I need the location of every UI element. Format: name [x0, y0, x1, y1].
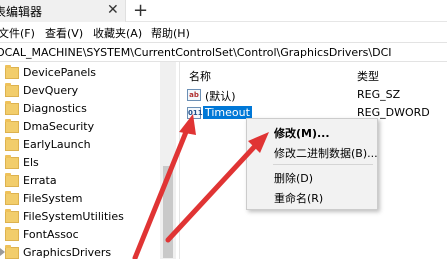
menu-item-modify-binary[interactable]: 修改二进制数据(B)...	[274, 145, 378, 161]
tree-item-label: GraphicsDrivers	[23, 246, 112, 259]
folder-icon	[5, 83, 19, 97]
tree-item[interactable]: FileSystem	[0, 190, 175, 208]
menu-favorites[interactable]: 收藏夹(A)	[93, 25, 142, 41]
menu-bar: 文件(F) 查看(V) 收藏夹(A) 帮助(H)	[0, 22, 447, 42]
scrollbar-thumb[interactable]	[163, 166, 173, 258]
tree-item[interactable]: DevQuery	[0, 82, 175, 100]
folder-icon	[5, 119, 19, 133]
tree-item[interactable]: Els	[0, 154, 175, 172]
tree-item-label: DevQuery	[23, 84, 79, 97]
folder-icon	[5, 227, 19, 241]
value-row[interactable]: ab (默认) REG_SZ	[181, 87, 447, 104]
tree-pane: DevicePanels DevQuery Diagnostics DmaSec…	[0, 62, 180, 259]
menu-separator	[273, 164, 373, 165]
folder-icon	[5, 137, 19, 151]
tree-item[interactable]: FontAssoc	[0, 226, 175, 244]
tree-item-label: Errata	[23, 174, 57, 187]
tree-item-label: EarlyLaunch	[23, 138, 91, 151]
folder-icon	[5, 173, 19, 187]
column-header-name[interactable]: 名称	[189, 68, 211, 84]
folder-icon	[5, 191, 19, 205]
close-icon[interactable]: ✕	[107, 2, 119, 18]
menu-item-rename[interactable]: 重命名(R)	[274, 190, 323, 206]
tree-item[interactable]: Errata	[0, 172, 175, 190]
tree-item[interactable]: DmaSecurity	[0, 118, 175, 136]
tree-item-label: Els	[23, 156, 39, 169]
binary-value-icon: 011	[187, 107, 203, 119]
tree-item-label: FileSystem	[23, 192, 83, 205]
folder-icon	[5, 155, 19, 169]
tree-item-label: FileSystemUtilities	[23, 210, 124, 223]
address-bar[interactable]: OCAL_MACHINE\SYSTEM\CurrentControlSet\Co…	[0, 42, 447, 62]
tree-item[interactable]: DevicePanels	[0, 64, 175, 82]
menu-item-delete[interactable]: 删除(D)	[274, 170, 313, 186]
value-name: (默认)	[205, 90, 236, 103]
context-menu: 修改(M)... 修改二进制数据(B)... 删除(D) 重命名(R)	[246, 118, 378, 210]
folder-icon	[5, 245, 19, 259]
tree-item-label: DmaSecurity	[23, 120, 95, 133]
menu-file[interactable]: 文件(F)	[0, 25, 35, 41]
window-tab-title: 表编辑器	[0, 5, 43, 19]
tree-item-label: FontAssoc	[23, 228, 79, 241]
value-name: Timeout	[203, 106, 252, 119]
folder-icon	[5, 209, 19, 223]
menu-view[interactable]: 查看(V)	[45, 25, 83, 41]
tree-item-label: Diagnostics	[23, 102, 87, 115]
column-header-type[interactable]: 类型	[357, 68, 379, 84]
title-bar: 表编辑器 ✕ +	[0, 0, 447, 22]
string-value-icon: ab	[187, 89, 201, 101]
menu-help[interactable]: 帮助(H)	[151, 25, 190, 41]
window-tab[interactable]: 表编辑器 ✕	[0, 0, 126, 22]
value-type: REG_SZ	[357, 88, 401, 101]
tree-item[interactable]: GraphicsDrivers	[0, 244, 175, 259]
menu-item-modify[interactable]: 修改(M)...	[274, 125, 330, 141]
new-tab-icon[interactable]: +	[133, 0, 148, 21]
folder-icon	[5, 101, 19, 115]
tree-item[interactable]: EarlyLaunch	[0, 136, 175, 154]
tree-item-label: DevicePanels	[23, 66, 97, 79]
tree-scrollbar[interactable]	[160, 62, 176, 259]
folder-icon	[5, 65, 19, 79]
tree-item[interactable]: FileSystemUtilities	[0, 208, 175, 226]
tree-item[interactable]: Diagnostics	[0, 100, 175, 118]
address-path[interactable]: OCAL_MACHINE\SYSTEM\CurrentControlSet\Co…	[0, 46, 392, 59]
